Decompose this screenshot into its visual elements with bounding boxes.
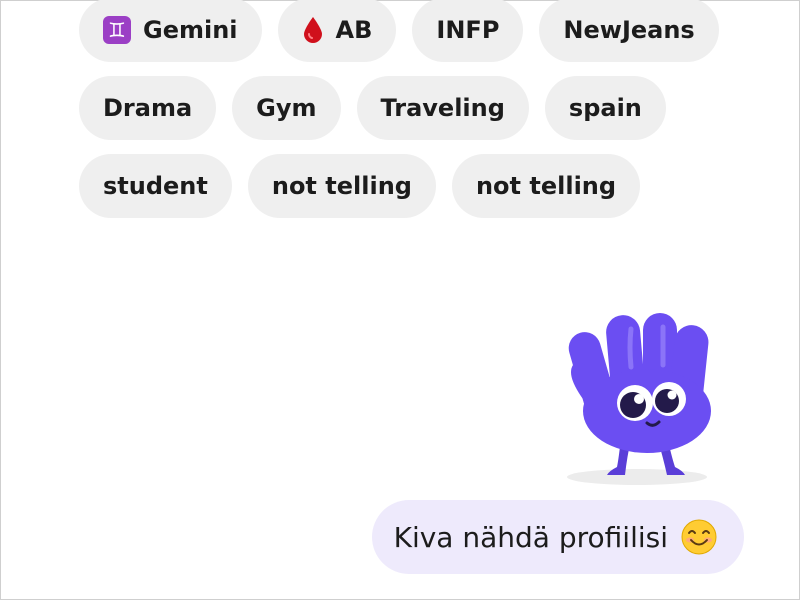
- tag-label: INFP: [436, 16, 500, 44]
- blood-drop-icon: [302, 16, 324, 44]
- tag-label: not telling: [475, 172, 617, 200]
- tag-label: not telling: [271, 172, 412, 200]
- tag-not-telling-2[interactable]: not telling: [451, 154, 641, 218]
- tag-student[interactable]: student: [79, 154, 232, 218]
- tag-gemini[interactable]: ♊ Gemini: [79, 0, 262, 62]
- tag-label: Drama: [103, 94, 193, 122]
- tag-label: spain: [568, 94, 642, 122]
- tag-traveling[interactable]: Traveling: [356, 76, 529, 140]
- tag-not-telling-1[interactable]: not telling: [247, 154, 436, 218]
- tag-spain[interactable]: spain: [544, 76, 666, 140]
- message-text: Kiva nähdä profiilisi: [393, 520, 668, 554]
- tag-music[interactable]: NewJeans: [539, 0, 719, 62]
- tag-blood-type[interactable]: AB: [277, 0, 397, 62]
- tag-gym[interactable]: Gym: [232, 76, 341, 140]
- chat-message-bubble[interactable]: Kiva nähdä profiilisi: [371, 500, 744, 574]
- tag-label: NewJeans: [563, 16, 695, 44]
- tag-label: AB: [335, 16, 373, 44]
- tag-row-3: student not telling not telling: [79, 154, 719, 218]
- tag-mbti[interactable]: INFP: [412, 0, 524, 62]
- tag-label: Gym: [256, 94, 317, 122]
- tag-label: Traveling: [380, 94, 505, 122]
- smiling-face-icon: [680, 518, 718, 556]
- tag-drama[interactable]: Drama: [79, 76, 217, 140]
- tag-row-2: Drama Gym Traveling spain: [79, 76, 719, 140]
- profile-tags: ♊ Gemini AB INFP NewJeans Drama Gym Trav…: [79, 0, 719, 232]
- tag-label: student: [103, 172, 208, 200]
- gemini-zodiac-icon: ♊: [103, 16, 131, 44]
- tag-label: Gemini: [143, 16, 238, 44]
- tag-row-1: ♊ Gemini AB INFP NewJeans: [79, 0, 719, 62]
- waving-hand-mascot-icon: [559, 307, 719, 491]
